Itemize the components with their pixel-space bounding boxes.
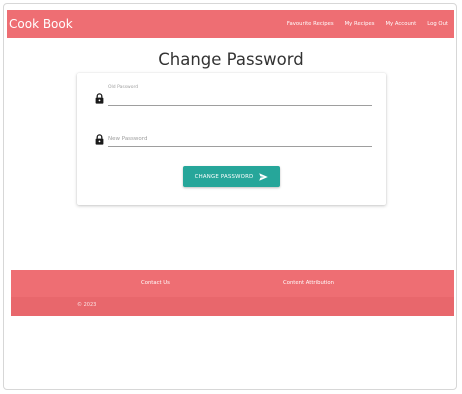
old-password-label: Old Password [108,85,139,90]
change-password-card: Old Password New Password CHANGE PASSWOR… [77,73,386,205]
nav-link-my-account[interactable]: My Account [385,21,416,27]
change-password-button-label: CHANGE PASSWORD [194,173,254,180]
send-icon [259,172,269,181]
old-password-input[interactable] [108,105,372,106]
footer-links: Contact Us Content Attribution [11,270,454,297]
nav-link-log-out[interactable]: Log Out [427,21,448,27]
lock-icon [95,93,104,104]
nav-link-my-recipes[interactable]: My Recipes [345,21,375,27]
change-password-button[interactable]: CHANGE PASSWORD [183,166,280,187]
new-password-input[interactable] [108,146,372,147]
navbar: Cook Book Favourite Recipes My Recipes M… [7,10,454,38]
footer-link-content-attribution[interactable]: Content Attribution [283,280,334,286]
nav-link-favourite-recipes[interactable]: Favourite Recipes [287,21,334,27]
footer-copyright-bar: © 2023 [11,297,454,316]
new-password-placeholder: New Password [108,136,148,142]
lock-icon [95,134,104,145]
copyright-text: © 2023 [77,302,97,308]
page-title: Change Password [158,50,304,69]
brand-logo[interactable]: Cook Book [9,15,73,33]
nav-links: Favourite Recipes My Recipes My Account … [287,10,448,38]
footer: Contact Us Content Attribution © 2023 [11,270,454,316]
footer-link-contact-us[interactable]: Contact Us [141,280,170,286]
